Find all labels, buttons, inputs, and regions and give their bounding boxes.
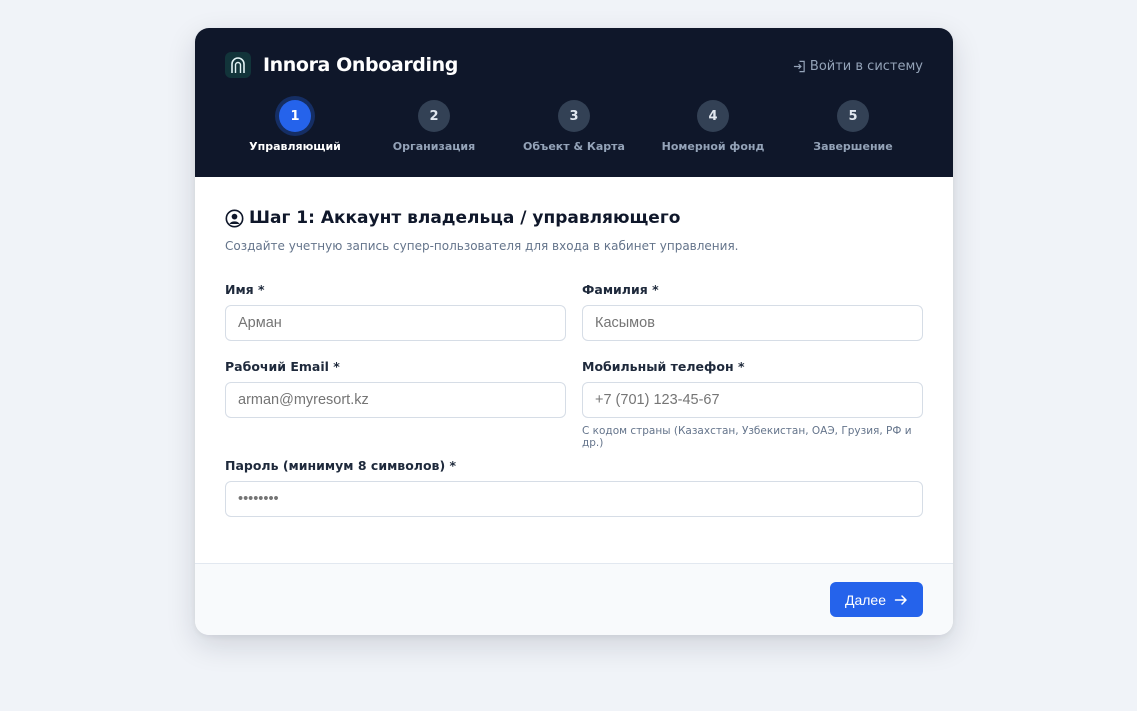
step-label: Номерной фонд — [661, 140, 765, 153]
user-circle-icon — [225, 209, 244, 227]
next-button-label: Далее — [844, 591, 886, 608]
stepper: 1 Управляющий 2 Организация 3 Объект & К… — [195, 100, 953, 160]
email-field: Рабочий Email * — [225, 359, 566, 418]
phone-hint: С кодом страны (Казахстан, Узбекистан, О… — [582, 425, 912, 449]
step-5[interactable]: 5 Завершение — [783, 100, 923, 153]
first-name-field: Имя * — [225, 282, 566, 341]
password-label: Пароль (минимум 8 символов) * — [225, 458, 457, 473]
header: Innora Onboarding Войти в систему 1 Упра… — [195, 28, 953, 177]
phone-label: Мобильный телефон * — [582, 359, 745, 374]
last-name-label: Фамилия * — [582, 282, 659, 297]
brand: Innora Onboarding — [225, 52, 458, 78]
step-number: 3 — [558, 100, 590, 132]
onboarding-card: Innora Onboarding Войти в систему 1 Упра… — [195, 28, 953, 635]
step-label: Завершение — [813, 140, 893, 153]
phone-input[interactable] — [582, 382, 923, 418]
form-section: Шаг 1: Аккаунт владельца / управляющего … — [225, 208, 923, 253]
first-name-input[interactable] — [225, 305, 566, 341]
form-footer: Далее — [195, 563, 953, 635]
login-icon — [793, 60, 805, 73]
arch-logo-icon — [225, 52, 251, 78]
step-2[interactable]: 2 Организация — [364, 100, 504, 153]
step-number: 1 — [279, 100, 311, 132]
section-title-text: Шаг 1: Аккаунт владельца / управляющего — [249, 208, 681, 228]
login-link-label: Войти в систему — [809, 59, 923, 74]
step-label: Управляющий — [249, 140, 341, 153]
step-number: 2 — [418, 100, 450, 132]
email-label: Рабочий Email * — [225, 359, 340, 374]
login-link[interactable]: Войти в систему — [793, 59, 923, 74]
next-button[interactable]: Далее — [830, 582, 923, 617]
step-number: 4 — [697, 100, 729, 132]
step-label: Организация — [392, 140, 476, 153]
step-label: Объект & Карта — [523, 140, 625, 153]
password-field: Пароль (минимум 8 символов) * — [225, 458, 923, 517]
step-3[interactable]: 3 Объект & Карта — [504, 100, 644, 153]
email-input[interactable] — [225, 382, 566, 418]
step-number: 5 — [837, 100, 869, 132]
last-name-input[interactable] — [582, 305, 923, 341]
arrow-right-icon — [894, 594, 907, 605]
password-input[interactable] — [225, 481, 923, 517]
brand-name: Innora Onboarding — [263, 54, 458, 76]
section-title: Шаг 1: Аккаунт владельца / управляющего — [225, 208, 923, 228]
section-subtitle: Создайте учетную запись супер-пользовате… — [225, 239, 739, 253]
first-name-label: Имя * — [225, 282, 265, 297]
last-name-field: Фамилия * — [582, 282, 923, 341]
step-1[interactable]: 1 Управляющий — [225, 100, 365, 153]
phone-field: Мобильный телефон * С кодом страны (Каза… — [582, 359, 923, 449]
step-4[interactable]: 4 Номерной фонд — [643, 100, 783, 153]
